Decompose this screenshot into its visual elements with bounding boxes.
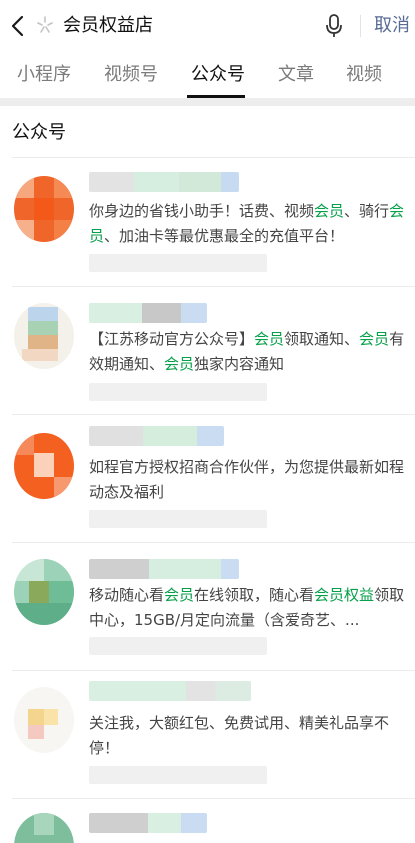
tab-channels[interactable]: 视频号 (104, 62, 158, 88)
list-item[interactable]: 【江苏移动官方公众号】会员领取通知、会员有效期通知、会员独家内容通知 (0, 287, 415, 415)
account-name-blurred (89, 172, 239, 192)
tab-official-accounts[interactable]: 公众号 (191, 62, 245, 88)
account-description: 如程官方授权招商合作伙伴，为您提供最新如程动态及福利 (89, 458, 405, 501)
account-meta-blurred (89, 637, 267, 655)
account-meta-blurred (89, 510, 267, 528)
search-input[interactable]: 会员权益店 (63, 13, 153, 39)
account-name-blurred (89, 426, 224, 446)
section-title: 公众号 (12, 122, 66, 143)
account-name-blurred (89, 303, 207, 323)
avatar (14, 813, 74, 843)
list-item[interactable]: 如程官方授权招商合作伙伴，为您提供最新如程动态及福利 (0, 415, 415, 543)
search-bar: 会员权益店 取消 (0, 0, 415, 52)
account-description: 你身边的省钱小助手！话费、视频会员、骑行会员、加油卡等最优惠最全的充值平台！ (89, 202, 405, 245)
avatar (14, 559, 74, 625)
account-description: 移动随心看会员在线领取，随心看会员权益领取中心，15GB/月定向流量（含爱奇艺、… (89, 586, 405, 629)
list-item[interactable]: 你身边的省钱小助手！话费、视频会员、骑行会员、加油卡等最优惠最全的充值平台！ (0, 158, 415, 286)
tab-bar: 小程序 视频号 公众号 文章 视频 (0, 52, 415, 98)
back-arrow-icon[interactable] (8, 12, 28, 40)
account-meta-blurred (89, 766, 267, 784)
divider (360, 15, 361, 37)
list-item[interactable]: 移动随心看会员在线领取，随心看会员权益领取中心，15GB/月定向流量（含爱奇艺、… (0, 543, 415, 671)
list-item[interactable] (0, 799, 415, 843)
avatar (14, 303, 74, 369)
tab-miniprogram[interactable]: 小程序 (17, 62, 71, 88)
cancel-button[interactable]: 取消 (374, 13, 410, 39)
account-name-blurred (89, 559, 239, 579)
account-name-blurred (89, 813, 207, 833)
account-name-blurred (89, 681, 251, 701)
account-description: 【江苏移动官方公众号】会员领取通知、会员有效期通知、会员独家内容通知 (89, 330, 405, 373)
avatar (14, 687, 74, 753)
list-item[interactable]: 关注我，大额红包、免费试用、精美礼品享不停！ (0, 671, 415, 799)
tab-videos[interactable]: 视频 (346, 62, 382, 88)
section-gap (0, 98, 415, 106)
account-description: 关注我，大额红包、免费试用、精美礼品享不停！ (89, 714, 390, 757)
tab-articles[interactable]: 文章 (278, 62, 314, 88)
account-meta-blurred (89, 383, 267, 401)
microphone-icon[interactable] (325, 14, 343, 38)
search-icon (37, 16, 53, 33)
account-meta-blurred (89, 254, 267, 272)
avatar (14, 176, 74, 242)
avatar (14, 433, 74, 499)
